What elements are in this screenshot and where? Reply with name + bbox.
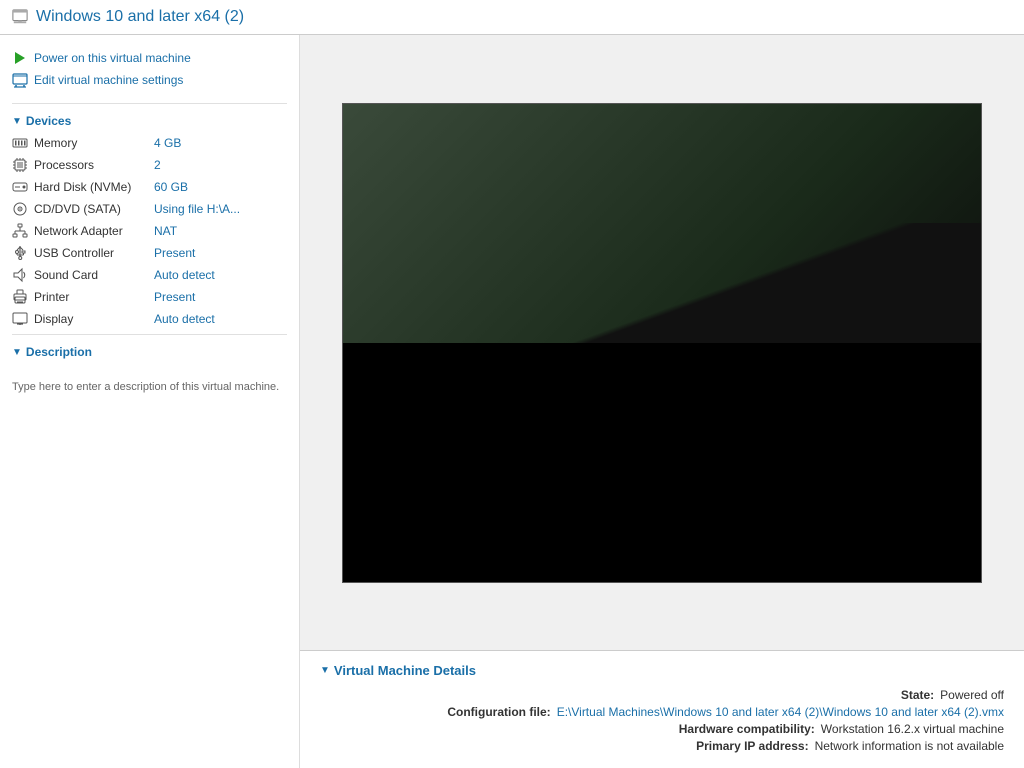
ip-value: Network information is not available	[815, 739, 1004, 753]
vm-details-arrow-icon: ▼	[320, 665, 330, 676]
memory-label: Memory	[34, 136, 154, 150]
description-section: Type here to enter a description of this…	[0, 371, 299, 404]
usb-label: USB Controller	[34, 246, 154, 260]
sound-icon	[12, 267, 28, 283]
cdrom-label: CD/DVD (SATA)	[34, 202, 154, 216]
usb-value: Present	[154, 246, 195, 260]
actions-section: Power on this virtual machine Edit virtu…	[0, 43, 299, 99]
vm-detail-config-row: Configuration file: E:\Virtual Machines\…	[320, 705, 1004, 719]
hardware-value: Workstation 16.2.x virtual machine	[821, 722, 1004, 736]
play-icon	[12, 50, 28, 66]
device-usb[interactable]: USB Controller Present	[8, 242, 291, 264]
network-icon	[12, 223, 28, 239]
right-panel: ▼ Virtual Machine Details State: Powered…	[300, 35, 1024, 768]
window-title: Windows 10 and later x64 (2)	[36, 8, 244, 26]
description-arrow-icon: ▼	[12, 347, 22, 358]
edit-settings-label: Edit virtual machine settings	[34, 73, 183, 87]
display-label: Display	[34, 312, 154, 326]
power-on-action[interactable]: Power on this virtual machine	[12, 47, 287, 69]
memory-value: 4 GB	[154, 136, 181, 150]
device-display[interactable]: Display Auto detect	[8, 308, 291, 330]
sound-label: Sound Card	[34, 268, 154, 282]
vm-details-title: Virtual Machine Details	[334, 663, 476, 678]
state-label: State:	[901, 688, 934, 702]
printer-value: Present	[154, 290, 195, 304]
device-cdrom[interactable]: CD/DVD (SATA) Using file H:\A...	[8, 198, 291, 220]
harddisk-icon	[12, 179, 28, 195]
vm-screen-bg-bottom	[343, 343, 981, 582]
device-sound[interactable]: Sound Card Auto detect	[8, 264, 291, 286]
config-label: Configuration file:	[447, 705, 550, 719]
printer-icon	[12, 289, 28, 305]
state-value: Powered off	[940, 688, 1004, 702]
description-section-header[interactable]: ▼ Description	[0, 339, 299, 363]
hardware-label: Hardware compatibility:	[679, 722, 815, 736]
cdrom-icon	[12, 201, 28, 217]
title-bar: Windows 10 and later x64 (2)	[0, 0, 1024, 35]
vm-detail-ip-row: Primary IP address: Network information …	[320, 739, 1004, 753]
device-printer[interactable]: Printer Present	[8, 286, 291, 308]
device-processors[interactable]: Processors 2	[8, 154, 291, 176]
printer-label: Printer	[34, 290, 154, 304]
display-value: Auto detect	[154, 312, 215, 326]
vm-detail-hardware-row: Hardware compatibility: Workstation 16.2…	[320, 722, 1004, 736]
ip-label: Primary IP address:	[696, 739, 809, 753]
harddisk-value: 60 GB	[154, 180, 188, 194]
processors-value: 2	[154, 158, 161, 172]
vm-screen[interactable]	[342, 103, 982, 583]
vm-window-icon	[12, 9, 28, 25]
cdrom-value: Using file H:\A...	[154, 202, 240, 216]
left-panel: Power on this virtual machine Edit virtu…	[0, 35, 300, 768]
divider-1	[12, 103, 287, 104]
device-network[interactable]: Network Adapter NAT	[8, 220, 291, 242]
device-list: Memory 4 GB Processors 2 Hard Disk	[0, 132, 299, 330]
vm-details-table: State: Powered off Configuration file: E…	[320, 688, 1004, 753]
devices-arrow-icon: ▼	[12, 116, 22, 127]
harddisk-label: Hard Disk (NVMe)	[34, 180, 154, 194]
processors-label: Processors	[34, 158, 154, 172]
devices-section-header[interactable]: ▼ Devices	[0, 108, 299, 132]
content-area: Power on this virtual machine Edit virtu…	[0, 35, 1024, 768]
main-container: Windows 10 and later x64 (2) Power on th…	[0, 0, 1024, 768]
sound-value: Auto detect	[154, 268, 215, 282]
usb-icon	[12, 245, 28, 261]
vm-details-header[interactable]: ▼ Virtual Machine Details	[320, 663, 1004, 678]
vm-details-section: ▼ Virtual Machine Details State: Powered…	[300, 650, 1024, 768]
devices-header-label: Devices	[26, 114, 71, 128]
network-label: Network Adapter	[34, 224, 154, 238]
display-icon	[12, 311, 28, 327]
memory-icon	[12, 135, 28, 151]
settings-icon	[12, 72, 28, 88]
description-placeholder[interactable]: Type here to enter a description of this…	[12, 375, 287, 400]
edit-settings-action[interactable]: Edit virtual machine settings	[12, 69, 287, 91]
description-header-label: Description	[26, 345, 92, 359]
power-on-label: Power on this virtual machine	[34, 51, 191, 65]
divider-2	[12, 334, 287, 335]
vm-preview-area	[300, 35, 1024, 650]
device-harddisk[interactable]: Hard Disk (NVMe) 60 GB	[8, 176, 291, 198]
config-value: E:\Virtual Machines\Windows 10 and later…	[557, 705, 1004, 719]
processor-icon	[12, 157, 28, 173]
device-memory[interactable]: Memory 4 GB	[8, 132, 291, 154]
network-value: NAT	[154, 224, 177, 238]
vm-detail-state-row: State: Powered off	[320, 688, 1004, 702]
